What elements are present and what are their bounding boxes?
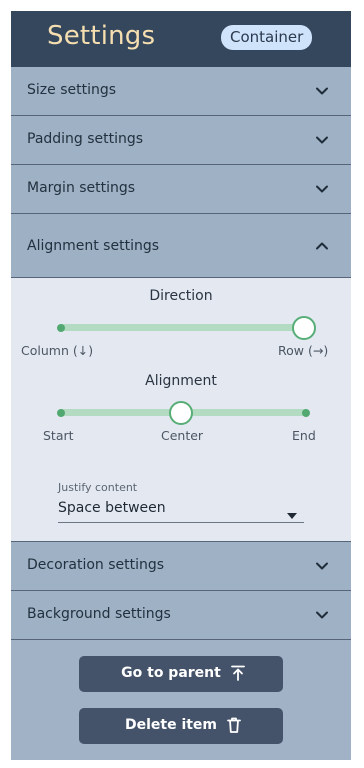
alignment-stop-end[interactable] — [302, 409, 310, 417]
delete-item-button[interactable]: Delete item — [79, 708, 283, 744]
chevron-down-icon — [315, 608, 329, 622]
decoration-settings-section[interactable]: Decoration settings — [11, 542, 351, 591]
chevron-down-icon — [315, 84, 329, 98]
padding-settings-section[interactable]: Padding settings — [11, 116, 351, 165]
trash-icon — [225, 716, 243, 734]
go-to-parent-button[interactable]: Go to parent — [79, 656, 283, 692]
size-settings-section[interactable]: Size settings — [11, 67, 351, 116]
direction-stop-column[interactable] — [57, 324, 65, 332]
chevron-down-icon — [315, 559, 329, 573]
delete-item-label: Delete item — [124, 717, 218, 733]
alignment-slider-thumb[interactable] — [169, 401, 193, 425]
alignment-stop-start[interactable] — [57, 409, 65, 417]
alignment-title: Alignment — [145, 373, 217, 389]
caret-down-icon — [286, 505, 298, 519]
alignment-option-center[interactable]: Center — [161, 428, 203, 443]
settings-panel: Settings Container Size settings Padding… — [11, 11, 351, 760]
alignment-settings-section[interactable]: Alignment settings — [11, 214, 351, 278]
padding-settings-label: Padding settings — [27, 131, 144, 147]
justify-content-select[interactable]: Space between — [58, 498, 304, 523]
panel-header: Settings Container — [11, 11, 351, 67]
direction-option-column[interactable]: Column (↓) — [21, 343, 93, 358]
action-buttons: Go to parent Delete item — [11, 640, 351, 760]
direction-title: Direction — [149, 288, 213, 304]
container-badge: Container — [221, 25, 313, 50]
panel-title: Settings — [47, 21, 156, 51]
background-settings-label: Background settings — [27, 606, 171, 622]
justify-content-value: Space between — [58, 500, 166, 516]
decoration-settings-label: Decoration settings — [27, 557, 165, 573]
alignment-option-end[interactable]: End — [292, 428, 316, 443]
chevron-down-icon — [315, 133, 329, 147]
size-settings-label: Size settings — [27, 82, 117, 98]
chevron-up-icon — [315, 239, 329, 253]
alignment-settings-body: Direction Column (↓) Row (→) Alignment S… — [11, 278, 351, 542]
chevron-down-icon — [315, 182, 329, 196]
justify-content-label: Justify content — [58, 481, 138, 494]
alignment-settings-label: Alignment settings — [27, 238, 160, 254]
go-to-parent-label: Go to parent — [121, 665, 221, 681]
direction-option-row[interactable]: Row (→) — [278, 343, 328, 358]
direction-slider-track[interactable] — [60, 324, 303, 331]
alignment-option-start[interactable]: Start — [43, 428, 74, 443]
margin-settings-label: Margin settings — [27, 180, 136, 196]
margin-settings-section[interactable]: Margin settings — [11, 165, 351, 214]
arrow-up-to-line-icon — [229, 664, 247, 682]
background-settings-section[interactable]: Background settings — [11, 591, 351, 640]
direction-slider-thumb[interactable] — [292, 316, 316, 340]
